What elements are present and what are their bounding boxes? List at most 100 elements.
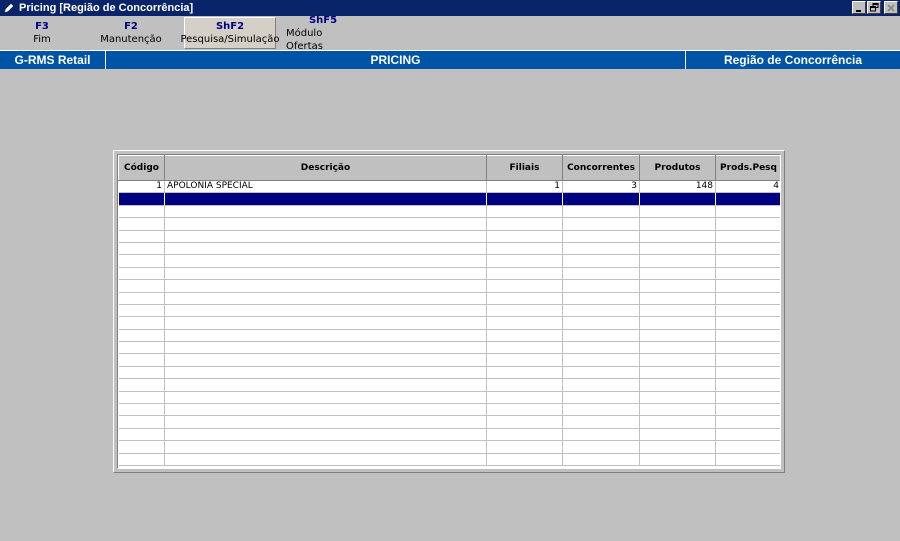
empty-cell[interactable] bbox=[562, 279, 640, 293]
cell-produtos[interactable]: 148 bbox=[639, 180, 716, 194]
empty-cell[interactable] bbox=[164, 279, 487, 293]
table-row[interactable] bbox=[118, 254, 780, 268]
empty-cell[interactable] bbox=[486, 205, 563, 219]
table-row[interactable] bbox=[118, 415, 780, 429]
empty-cell[interactable] bbox=[639, 453, 716, 467]
empty-cell[interactable] bbox=[639, 254, 716, 268]
empty-cell[interactable] bbox=[118, 217, 165, 231]
table-row[interactable] bbox=[118, 391, 780, 405]
empty-cell[interactable] bbox=[639, 341, 716, 355]
empty-cell[interactable] bbox=[715, 329, 780, 343]
empty-cell[interactable] bbox=[639, 292, 716, 305]
empty-cell[interactable] bbox=[118, 316, 165, 330]
table-row[interactable] bbox=[118, 292, 780, 305]
table-row[interactable] bbox=[118, 192, 780, 206]
empty-cell[interactable] bbox=[562, 292, 640, 305]
empty-cell[interactable] bbox=[715, 341, 780, 355]
empty-cell[interactable] bbox=[639, 192, 716, 206]
empty-cell[interactable] bbox=[715, 440, 780, 454]
empty-cell[interactable] bbox=[118, 242, 165, 256]
empty-cell[interactable] bbox=[486, 192, 563, 206]
empty-cell[interactable] bbox=[486, 267, 563, 281]
empty-cell[interactable] bbox=[639, 378, 716, 392]
empty-cell[interactable] bbox=[562, 267, 640, 281]
empty-cell[interactable] bbox=[486, 217, 563, 231]
empty-cell[interactable] bbox=[486, 378, 563, 392]
empty-cell[interactable] bbox=[164, 316, 487, 330]
empty-cell[interactable] bbox=[562, 366, 640, 380]
table-row[interactable] bbox=[118, 341, 780, 355]
empty-cell[interactable] bbox=[118, 341, 165, 355]
empty-cell[interactable] bbox=[562, 217, 640, 231]
table-row[interactable] bbox=[118, 378, 780, 392]
cell-concorrentes[interactable]: 3 bbox=[562, 180, 640, 194]
empty-cell[interactable] bbox=[164, 254, 487, 268]
table-row[interactable] bbox=[118, 329, 780, 343]
empty-cell[interactable] bbox=[639, 304, 716, 318]
empty-cell[interactable] bbox=[639, 217, 716, 231]
empty-cell[interactable] bbox=[715, 391, 780, 405]
empty-cell[interactable] bbox=[164, 428, 487, 442]
empty-cell[interactable] bbox=[118, 366, 165, 380]
empty-cell[interactable] bbox=[486, 353, 563, 367]
empty-cell[interactable] bbox=[118, 205, 165, 219]
empty-cell[interactable] bbox=[164, 205, 487, 219]
empty-cell[interactable] bbox=[118, 329, 165, 343]
empty-cell[interactable] bbox=[164, 267, 487, 281]
empty-cell[interactable] bbox=[486, 440, 563, 454]
close-button[interactable] bbox=[884, 1, 898, 14]
empty-cell[interactable] bbox=[118, 415, 165, 429]
cell-descricao[interactable]: APOLONIA SPECIAL bbox=[164, 180, 487, 194]
empty-cell[interactable] bbox=[562, 428, 640, 442]
empty-cell[interactable] bbox=[562, 440, 640, 454]
empty-cell[interactable] bbox=[562, 353, 640, 367]
empty-cell[interactable] bbox=[164, 440, 487, 454]
empty-cell[interactable] bbox=[639, 242, 716, 256]
empty-cell[interactable] bbox=[639, 353, 716, 367]
empty-cell[interactable] bbox=[164, 242, 487, 256]
table-row[interactable] bbox=[118, 279, 780, 293]
column-header-codigo[interactable]: Código bbox=[118, 155, 165, 181]
empty-cell[interactable] bbox=[562, 316, 640, 330]
empty-cell[interactable] bbox=[118, 192, 165, 206]
empty-cell[interactable] bbox=[715, 217, 780, 231]
table-row[interactable] bbox=[118, 304, 780, 318]
empty-cell[interactable] bbox=[164, 192, 487, 206]
empty-cell[interactable] bbox=[715, 378, 780, 392]
empty-cell[interactable] bbox=[715, 415, 780, 429]
empty-cell[interactable] bbox=[715, 279, 780, 293]
table-row[interactable] bbox=[118, 453, 780, 467]
empty-cell[interactable] bbox=[715, 453, 780, 467]
empty-cell[interactable] bbox=[118, 292, 165, 305]
fkey-modulo-ofertas-button[interactable]: ShF5 Módulo Ofertas bbox=[286, 15, 360, 52]
cell-codigo[interactable]: 1 bbox=[118, 180, 165, 194]
empty-cell[interactable] bbox=[486, 341, 563, 355]
empty-cell[interactable] bbox=[118, 304, 165, 318]
empty-cell[interactable] bbox=[118, 391, 165, 405]
table-row[interactable] bbox=[118, 440, 780, 454]
empty-cell[interactable] bbox=[486, 316, 563, 330]
table-row[interactable] bbox=[118, 230, 780, 243]
empty-cell[interactable] bbox=[486, 329, 563, 343]
cell-filiais[interactable]: 1 bbox=[486, 180, 563, 194]
empty-cell[interactable] bbox=[715, 304, 780, 318]
empty-cell[interactable] bbox=[639, 366, 716, 380]
empty-cell[interactable] bbox=[562, 304, 640, 318]
fkey-manutencao-button[interactable]: F2 Manutenção bbox=[94, 17, 168, 49]
empty-cell[interactable] bbox=[118, 279, 165, 293]
empty-cell[interactable] bbox=[164, 403, 487, 417]
empty-cell[interactable] bbox=[562, 192, 640, 206]
empty-cell[interactable] bbox=[164, 292, 487, 305]
column-header-prods-pesq[interactable]: Prods.Pesq bbox=[715, 155, 780, 181]
empty-cell[interactable] bbox=[715, 254, 780, 268]
empty-cell[interactable] bbox=[639, 440, 716, 454]
empty-cell[interactable] bbox=[562, 391, 640, 405]
empty-cell[interactable] bbox=[486, 415, 563, 429]
empty-cell[interactable] bbox=[715, 230, 780, 243]
empty-cell[interactable] bbox=[562, 341, 640, 355]
column-header-descricao[interactable]: Descrição bbox=[164, 155, 487, 181]
empty-cell[interactable] bbox=[486, 242, 563, 256]
table-row[interactable] bbox=[118, 316, 780, 330]
empty-cell[interactable] bbox=[562, 254, 640, 268]
empty-cell[interactable] bbox=[164, 230, 487, 243]
